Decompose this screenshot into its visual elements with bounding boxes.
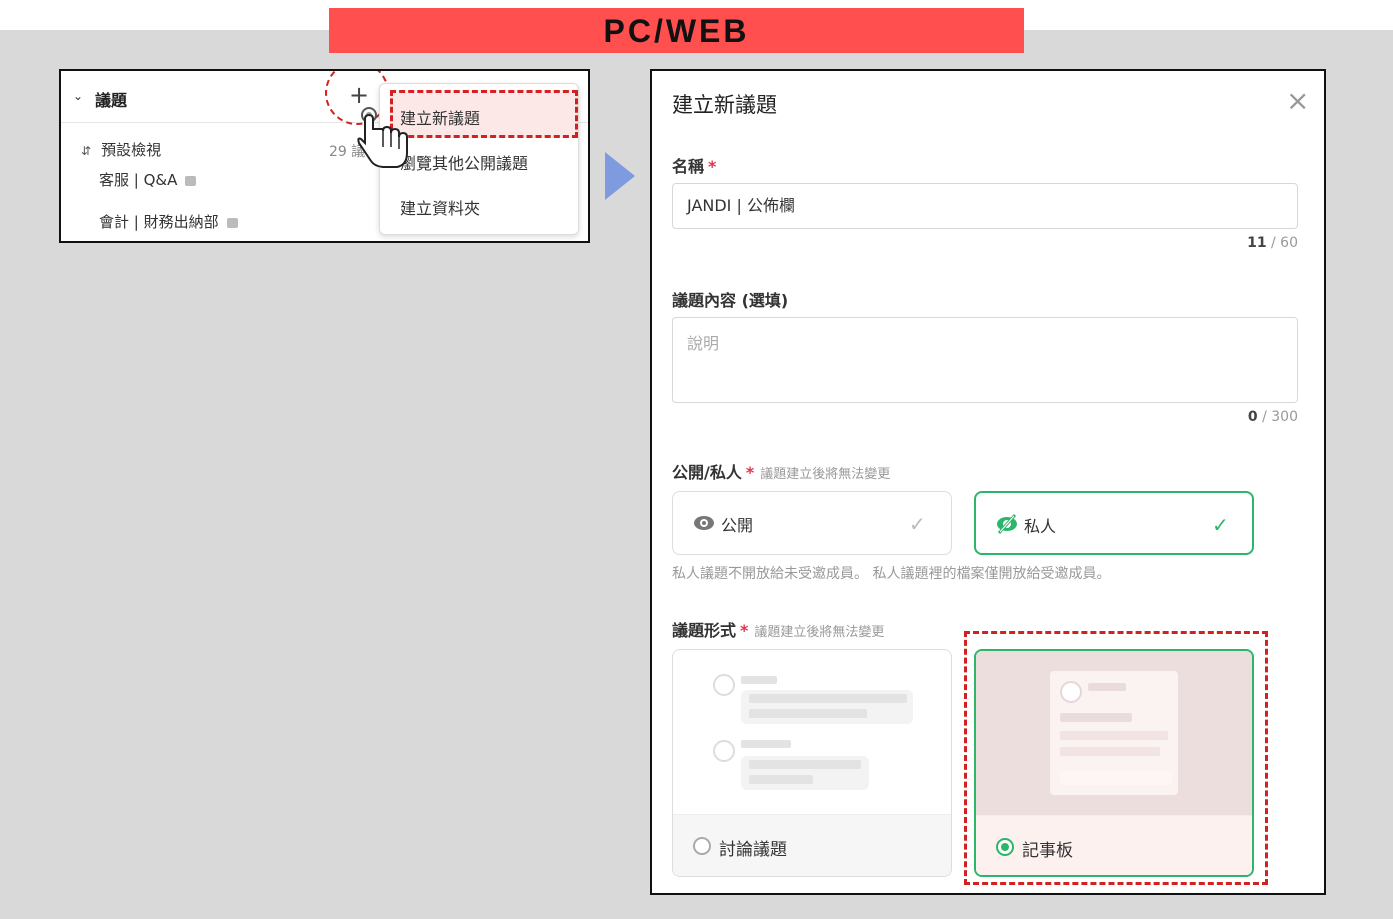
- check-icon: ✓: [909, 512, 926, 536]
- dialog-title: 建立新議題: [672, 93, 777, 117]
- preview-line: [749, 694, 907, 703]
- discussion-preview: [673, 650, 951, 814]
- chevron-down-icon[interactable]: ⌄: [73, 89, 83, 103]
- public-option[interactable]: 公開 ✓: [672, 491, 952, 555]
- sidebar-item-label: 預設檢視: [101, 141, 162, 159]
- discussion-radio[interactable]: [693, 837, 711, 855]
- menu-item-create-topic[interactable]: 建立新議題: [400, 105, 480, 129]
- public-option-label: 公開: [721, 516, 754, 535]
- lock-icon: [226, 217, 238, 228]
- preview-line: [749, 760, 861, 769]
- visibility-label: 公開/私人 * 議題建立後將無法變更: [672, 463, 891, 482]
- name-input[interactable]: JANDI | 公佈欄: [672, 183, 1298, 229]
- preview-line: [741, 740, 791, 748]
- private-option-label: 私人: [1024, 517, 1057, 536]
- eye-off-icon: [997, 514, 1017, 534]
- private-option[interactable]: 私人 ✓: [974, 491, 1254, 555]
- eye-icon: [694, 516, 714, 530]
- avatar-icon: [713, 740, 735, 762]
- add-topic-button[interactable]: +: [349, 83, 369, 107]
- badge-icon: [185, 175, 197, 186]
- platform-banner: PC/WEB: [329, 8, 1024, 53]
- menu-item-create-folder[interactable]: 建立資料夾: [400, 195, 480, 219]
- board-highlight: [964, 631, 1268, 885]
- check-icon: ✓: [1212, 513, 1229, 537]
- content-textarea[interactable]: 說明: [672, 317, 1298, 403]
- preview-line: [749, 709, 867, 718]
- discussion-footer: 討論議題: [673, 814, 951, 876]
- sidebar-panel: ⌄ 議題 ⇵ 預設檢視 29 議 客服 | Q&A 會計 | 財務出納部 + 建立…: [59, 69, 590, 243]
- preview-line: [741, 676, 777, 684]
- create-topic-dialog: 建立新議題 × 名稱 * JANDI | 公佈欄 11 / 60 議題內容 (選填…: [650, 69, 1326, 895]
- sidebar-item-label: 會計 | 財務出納部: [99, 213, 219, 231]
- content-label: 議題內容 (選填): [672, 291, 789, 310]
- pointer-hand-icon: [357, 107, 408, 168]
- preview-line: [749, 775, 813, 784]
- discussion-type-option[interactable]: 討論議題: [672, 649, 952, 877]
- sidebar-section-title: 議題: [95, 91, 128, 110]
- sidebar-item-support[interactable]: 客服 | Q&A: [99, 169, 197, 190]
- sort-icon: ⇵: [81, 144, 92, 158]
- sidebar-item-accounting[interactable]: 會計 | 財務出納部: [99, 211, 238, 232]
- content-char-count: 0 / 300: [1247, 409, 1298, 425]
- visibility-note: 私人議題不開放給未受邀成員。 私人議題裡的檔案僅開放給受邀成員。: [672, 566, 1111, 582]
- sidebar-item-default-view[interactable]: ⇵ 預設檢視: [81, 139, 161, 160]
- discussion-type-label: 討論議題: [719, 840, 787, 860]
- type-label: 議題形式 * 議題建立後將無法變更: [672, 621, 885, 640]
- name-label: 名稱 *: [672, 157, 717, 176]
- close-icon[interactable]: ×: [1286, 87, 1309, 115]
- avatar-icon: [713, 674, 735, 696]
- sidebar-item-label: 客服 | Q&A: [99, 171, 178, 189]
- name-char-count: 11 / 60: [1247, 235, 1298, 251]
- flow-arrow-icon: [605, 152, 635, 200]
- menu-item-browse-public[interactable]: 瀏覽其他公開議題: [400, 150, 528, 174]
